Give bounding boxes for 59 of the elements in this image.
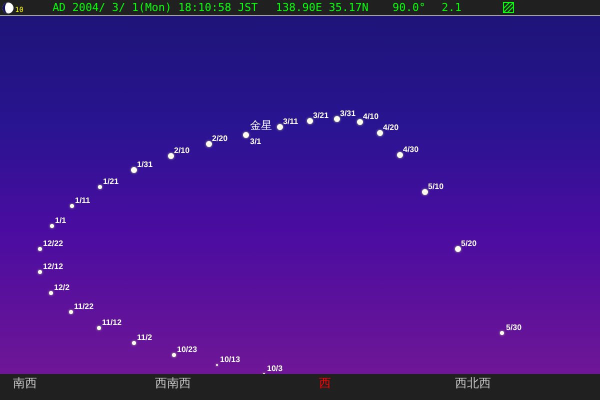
star-dot [172, 353, 176, 357]
date-label: 1/21 [103, 177, 119, 186]
star-dot [377, 130, 383, 136]
date-label: 11/22 [74, 302, 94, 311]
date-label: 3/21 [313, 111, 329, 120]
star-dot [277, 124, 283, 130]
star-dot [38, 247, 42, 251]
date-label: 5/20 [461, 239, 477, 248]
date-label: 2/10 [174, 146, 190, 155]
date-label: 12/22 [43, 239, 64, 248]
date-label: 11/2 [137, 333, 152, 342]
hatched-square-icon[interactable] [503, 2, 514, 13]
date-label: 2/20 [212, 134, 228, 143]
date-label: 1/11 [75, 196, 90, 205]
star-dot [132, 341, 136, 345]
star-dot [357, 119, 363, 125]
star-dot [243, 132, 249, 138]
date-label: 3/31 [340, 109, 356, 118]
date-label: 1/31 [137, 160, 153, 169]
date-label: 4/10 [363, 112, 379, 121]
star-dot [500, 331, 504, 335]
location: 138.90E 35.17N [276, 1, 368, 14]
star-dot [307, 118, 313, 124]
field-of-view: 90.0° [392, 1, 426, 14]
moon-phase-icon [2, 2, 14, 14]
date-label: 4/30 [403, 145, 419, 154]
star-dot [334, 116, 340, 122]
star-dot [70, 204, 74, 208]
star-dot [206, 141, 212, 147]
date-label: 1/1 [55, 216, 66, 225]
date-label: 5/30 [506, 323, 522, 332]
star-dot [49, 291, 53, 295]
date-label: 5/10 [428, 182, 444, 191]
magnitude-limit: 2.1 [442, 1, 462, 14]
date-label: 11/12 [102, 318, 122, 327]
date-label: 3/11 [283, 117, 298, 126]
date-label: 12/2 [54, 283, 70, 292]
star-dot [168, 153, 174, 159]
planet-name: 金星 [250, 120, 272, 132]
direction-label: 南西 [13, 376, 37, 390]
date-label: 10/23 [177, 345, 198, 354]
date-label: 10/13 [220, 355, 240, 364]
star-dot [455, 246, 461, 252]
direction-label: 西北西 [455, 376, 491, 390]
star-dot [397, 152, 403, 158]
star-dot [98, 185, 102, 189]
star-dot [50, 224, 54, 228]
star-dot [97, 326, 101, 330]
direction-label: 西南西 [155, 376, 191, 390]
date-label: 3/1 [250, 137, 262, 146]
star-dot [131, 167, 137, 173]
star-dot [422, 189, 428, 195]
direction-label: 西 [319, 376, 331, 390]
datetime: AD 2004/ 3/ 1(Mon) 18:10:58 JST [52, 1, 258, 14]
date-label: 12/12 [43, 262, 64, 271]
date-label: 4/20 [383, 123, 399, 132]
star-dot [38, 270, 42, 274]
date-label: 10/3 [267, 364, 283, 373]
star-dot [69, 310, 73, 314]
